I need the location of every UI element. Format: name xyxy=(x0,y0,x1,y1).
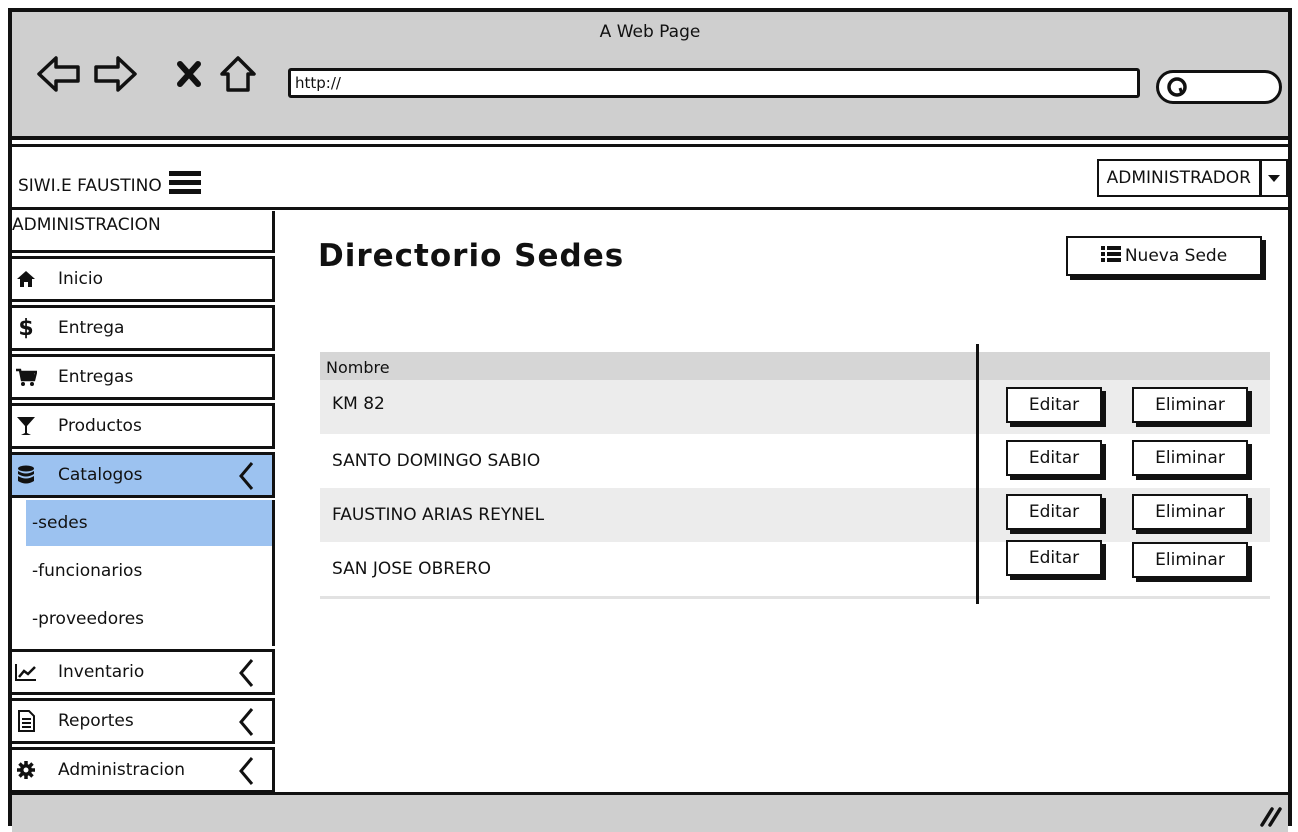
delete-button[interactable]: Eliminar xyxy=(1132,387,1248,423)
sidebar-item-label: Reportes xyxy=(58,711,134,731)
gear-icon xyxy=(14,760,38,780)
resize-grip-icon[interactable] xyxy=(1258,805,1282,831)
caret-down-icon xyxy=(1262,159,1288,197)
database-icon xyxy=(14,465,38,485)
new-sede-button[interactable]: Nueva Sede xyxy=(1066,236,1262,276)
sidebar-item-label: Inventario xyxy=(58,662,145,682)
delete-button[interactable]: Eliminar xyxy=(1132,440,1248,476)
delete-button[interactable]: Eliminar xyxy=(1132,542,1248,578)
table-row: SAN JOSE OBRERO Editar Eliminar xyxy=(320,540,1270,596)
table-row: FAUSTINO ARIAS REYNEL Editar Eliminar xyxy=(320,488,1270,542)
page-title: Directorio Sedes xyxy=(318,238,625,274)
row-name: SAN JOSE OBRERO xyxy=(332,559,491,579)
chevron-left-icon xyxy=(238,707,254,742)
brand: SIWI.E FAUSTINO xyxy=(18,170,202,201)
edit-button[interactable]: Editar xyxy=(1006,440,1102,476)
browser-window: A Web Page http:// SIWI.E FAUSTINO ADMIN… xyxy=(8,8,1292,832)
row-name: KM 82 xyxy=(332,394,385,414)
hamburger-menu-icon[interactable] xyxy=(168,170,202,201)
sidebar-item-label: Administracion xyxy=(58,760,186,780)
dollar-icon: $ xyxy=(18,315,34,341)
list-icon xyxy=(1100,245,1121,268)
edit-button[interactable]: Editar xyxy=(1006,387,1102,423)
table-bottom-rule xyxy=(320,596,1270,599)
brand-name: SIWI.E FAUSTINO xyxy=(18,175,162,196)
sidebar-item-label: Productos xyxy=(58,416,142,436)
chevron-left-icon xyxy=(238,461,254,496)
chevron-left-icon xyxy=(238,756,254,791)
user-dropdown-label: ADMINISTRADOR xyxy=(1096,159,1262,197)
chrome-divider xyxy=(12,144,1288,147)
table-column-divider xyxy=(976,344,979,604)
sidebar-item-label: Catalogos xyxy=(58,465,143,485)
sidebar-item-catalogos[interactable]: Catalogos xyxy=(12,452,275,498)
sidebar-item-administracion[interactable]: Administracion xyxy=(12,747,275,793)
cocktail-icon xyxy=(14,416,38,436)
row-name: SANTO DOMINGO SABIO xyxy=(332,451,541,471)
sidebar: ADMINISTRACION Inicio $ Entrega Entregas… xyxy=(12,211,275,793)
cart-icon xyxy=(14,368,38,386)
submenu-item-funcionarios[interactable]: -funcionarios xyxy=(26,548,272,594)
sidebar-section-title: ADMINISTRACION xyxy=(12,211,275,253)
user-dropdown[interactable]: ADMINISTRADOR xyxy=(1096,159,1288,197)
sidebar-item-label: Entregas xyxy=(58,367,134,387)
row-name: FAUSTINO ARIAS REYNEL xyxy=(332,505,545,525)
line-chart-icon xyxy=(14,663,38,681)
table-row: SANTO DOMINGO SABIO Editar Eliminar xyxy=(320,434,1270,488)
sidebar-item-reportes[interactable]: Reportes xyxy=(12,698,275,744)
submenu-item-proveedores[interactable]: -proveedores xyxy=(26,596,272,642)
sidebar-item-entregas[interactable]: Entregas xyxy=(12,354,275,400)
sidebar-item-label: Entrega xyxy=(58,318,125,338)
sidebar-item-inicio[interactable]: Inicio xyxy=(12,256,275,302)
address-bar[interactable]: http:// xyxy=(288,68,1140,98)
back-arrow-icon[interactable] xyxy=(36,54,82,98)
submenu-item-sedes[interactable]: -sedes xyxy=(26,500,272,546)
edit-button[interactable]: Editar xyxy=(1006,540,1102,576)
search-icon xyxy=(1165,75,1191,105)
sidebar-item-inventario[interactable]: Inventario xyxy=(12,649,275,695)
stop-icon[interactable] xyxy=(176,60,202,92)
document-icon xyxy=(14,710,38,732)
app-header: SIWI.E FAUSTINO ADMINISTRADOR xyxy=(12,148,1288,210)
browser-chrome: A Web Page http:// xyxy=(12,12,1288,140)
edit-button[interactable]: Editar xyxy=(1006,494,1102,530)
status-bar xyxy=(12,792,1288,832)
browser-search-box[interactable] xyxy=(1156,70,1282,104)
catalogos-submenu: -sedes -funcionarios -proveedores xyxy=(12,500,275,646)
chevron-left-icon xyxy=(238,658,254,693)
home-icon xyxy=(14,270,38,288)
window-title: A Web Page xyxy=(599,22,701,42)
sidebar-item-entrega[interactable]: $ Entrega xyxy=(12,305,275,351)
forward-arrow-icon[interactable] xyxy=(92,54,138,98)
new-sede-label: Nueva Sede xyxy=(1124,246,1228,266)
sidebar-item-productos[interactable]: Productos xyxy=(12,403,275,449)
table-header: Nombre xyxy=(320,352,1270,380)
delete-button[interactable]: Eliminar xyxy=(1132,494,1248,530)
home-page-icon[interactable] xyxy=(218,54,258,98)
sedes-table: Nombre KM 82 Editar Eliminar SANTO DOMIN… xyxy=(320,352,1270,599)
sidebar-item-label: Inicio xyxy=(58,269,103,289)
table-row: KM 82 Editar Eliminar xyxy=(320,380,1270,434)
